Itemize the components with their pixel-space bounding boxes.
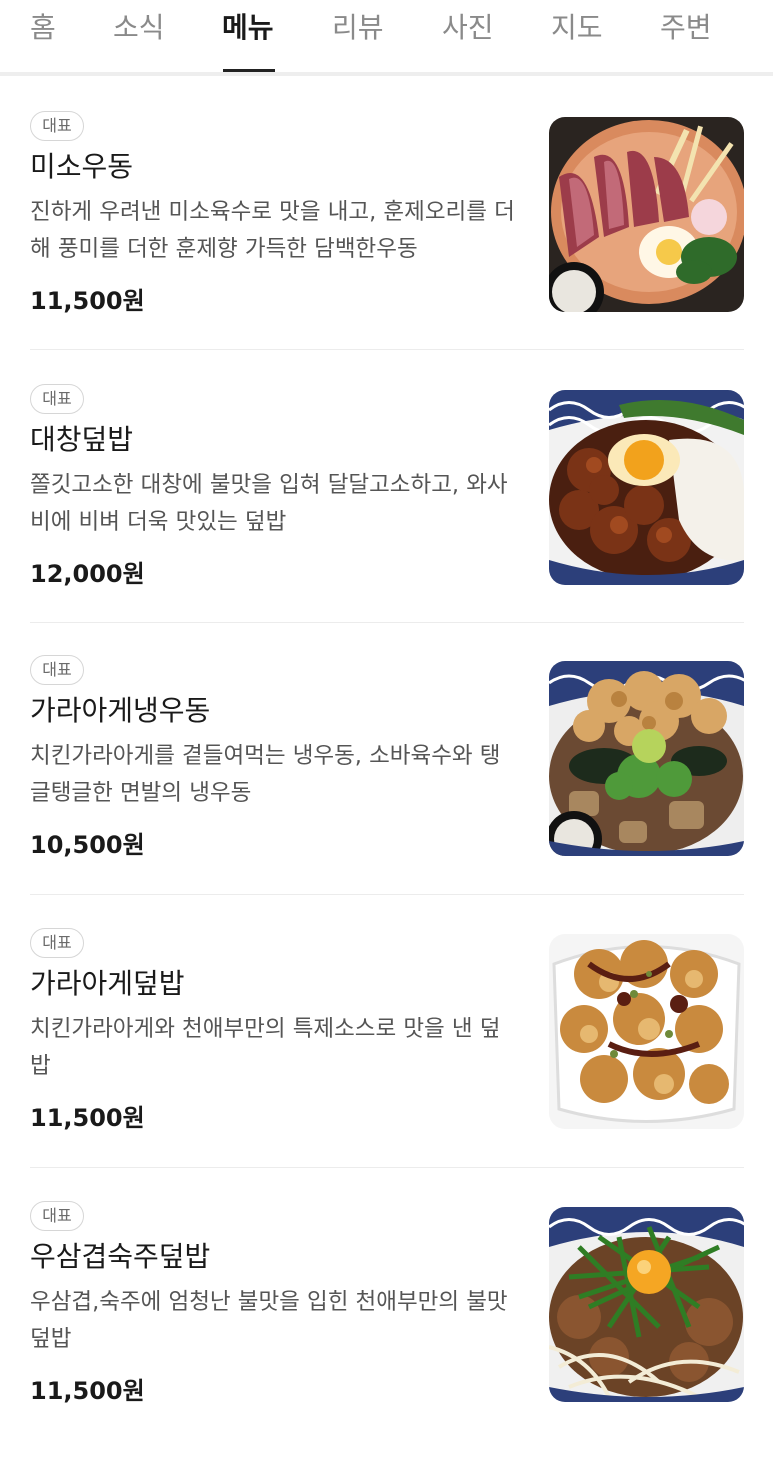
miso-udon-photo[interactable] (549, 117, 744, 312)
menu-item[interactable]: 대표 미소우동 진하게 우려낸 미소육수로 맛을 내고, 훈제오리를 더해 풍미… (0, 111, 773, 384)
menu-item-description: 쫄깃고소한 대창에 불맛을 입혀 달달고소하고, 와사비에 비벼 더욱 맛있는 … (30, 472, 508, 535)
karaage-rice-bowl-illustration (549, 934, 744, 1129)
menu-item-description: 치킨가라아게를 곁들여먹는 냉우동, 소바육수와 탱글탱글한 면발의 냉우동 (30, 743, 501, 806)
menu-item-description: 치킨가라아게와 천애부만의 특제소스로 맛을 낸 덮밥 (30, 1016, 501, 1079)
beef-bean-sprout-rice-bowl-illustration (549, 1207, 744, 1402)
tab-nearby[interactable]: 주변 (660, 6, 712, 46)
menu-item-name: 미소우동 (30, 150, 134, 183)
signature-badge: 대표 (30, 928, 84, 958)
menu-item-price: 11,500원 (30, 1104, 145, 1132)
tab-photos[interactable]: 사진 (442, 6, 494, 46)
menu-item[interactable]: 대표 가라아게덮밥 치킨가라아게와 천애부만의 특제소스로 맛을 낸 덮밥 11… (0, 928, 773, 1201)
tab-reviews[interactable]: 리뷰 (332, 6, 384, 46)
menu-item[interactable]: 대표 가라아게냉우동 치킨가라아게를 곁들여먹는 냉우동, 소바육수와 탱글탱글… (0, 655, 773, 928)
tab-map[interactable]: 지도 (551, 6, 603, 46)
menu-item-name: 가라아게냉우동 (30, 694, 211, 727)
beef-bean-sprout-rice-bowl-photo[interactable] (549, 1207, 744, 1402)
menu-item[interactable]: 대표 대창덮밥 쫄깃고소한 대창에 불맛을 입혀 달달고소하고, 와사비에 비벼… (0, 384, 773, 657)
menu-item[interactable]: 대표 우삼겹숙주덮밥 우삼겹,숙주에 엄청난 불맛을 입힌 천애부만의 불맛덮밥… (0, 1201, 773, 1474)
divider (30, 1167, 744, 1168)
signature-badge: 대표 (30, 1201, 84, 1231)
tab-home[interactable]: 홈 (30, 6, 56, 46)
karaage-cold-udon-illustration (549, 661, 744, 856)
menu-item-name: 가라아게덮밥 (30, 967, 185, 1000)
tab-news[interactable]: 소식 (113, 6, 165, 46)
menu-item-description: 진하게 우려낸 미소육수로 맛을 내고, 훈제오리를 더해 풍미를 더한 훈제향… (30, 199, 515, 262)
tab-menu[interactable]: 메뉴 (222, 6, 274, 46)
karaage-cold-udon-photo[interactable] (549, 661, 744, 856)
menu-item-description: 우삼겹,숙주에 엄청난 불맛을 입힌 천애부만의 불맛덮밥 (30, 1289, 508, 1352)
signature-badge: 대표 (30, 111, 84, 141)
daechang-rice-bowl-photo[interactable] (549, 390, 744, 585)
menu-item-price: 12,000원 (30, 560, 145, 588)
divider (30, 894, 744, 895)
divider (30, 622, 744, 623)
signature-badge: 대표 (30, 655, 84, 685)
tab-bar: 홈 소식 메뉴 리뷰 사진 지도 주변 (0, 0, 773, 76)
miso-udon-illustration (549, 117, 744, 312)
menu-item-name: 우삼겹숙주덮밥 (30, 1240, 211, 1273)
signature-badge: 대표 (30, 384, 84, 414)
daechang-rice-bowl-illustration (549, 390, 744, 585)
menu-item-price: 11,500원 (30, 1377, 145, 1405)
menu-item-name: 대창덮밥 (30, 423, 134, 456)
menu-item-price: 10,500원 (30, 831, 145, 859)
karaage-rice-bowl-photo[interactable] (549, 934, 744, 1129)
active-tab-indicator (223, 69, 275, 72)
divider (30, 349, 744, 350)
menu-item-price: 11,500원 (30, 287, 145, 315)
